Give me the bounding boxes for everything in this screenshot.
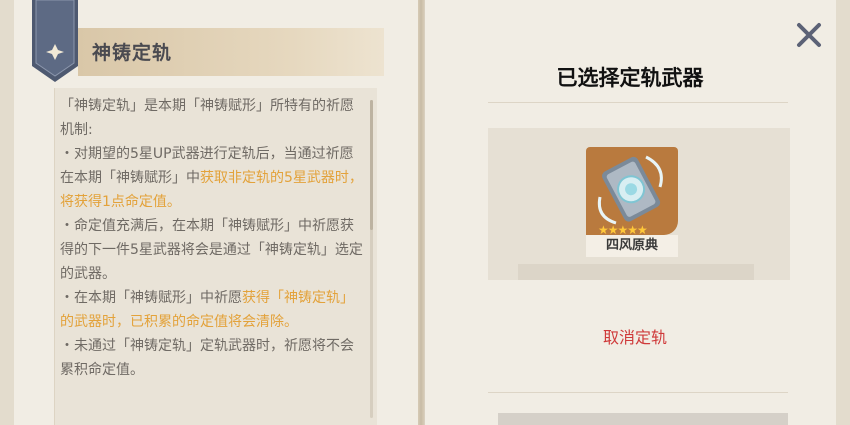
bottom-panel-edge (498, 413, 788, 425)
close-icon (797, 23, 821, 47)
close-button[interactable] (792, 18, 826, 52)
rule-paragraph: ・在本期「神铸赋形」中祈愿获得「神铸定轨」的武器时，已积累的命定值将会清除。 (60, 286, 364, 334)
divider (488, 102, 788, 103)
cancel-epitomized-path-button[interactable]: 取消定轨 (570, 324, 700, 348)
weapon-slot-shadow (518, 264, 754, 280)
scrollbar[interactable] (370, 100, 373, 418)
rule-text: ・未通过「神铸定轨」定轨武器时，祈愿将不会累积命定值。 (60, 338, 354, 378)
rule-paragraph: 「神铸定轨」是本期「神铸赋形」所特有的祈愿机制: (60, 94, 364, 142)
page-title: 神铸定轨 (92, 42, 173, 64)
weapon-card[interactable]: ★★★★★ 四风原典 (586, 147, 678, 257)
scroll-thumb[interactable] (370, 100, 373, 230)
bookmark-ribbon-icon (32, 0, 78, 82)
rule-text: ・命定值充满后，在本期「神铸赋形」中祈愿获得的下一件5星武器将会是通过「神铸定轨… (60, 218, 363, 282)
star-rating: ★★★★★ (598, 223, 648, 235)
rule-text: ・在本期「神铸赋形」中祈愿 (60, 290, 242, 306)
rule-paragraph: ・对期望的5星UP武器进行定轨后，当通过祈愿在本期「神铸赋形」中获取非定轨的5星… (60, 142, 364, 214)
book-edge-right (836, 0, 850, 425)
rule-paragraph: ・未通过「神铸定轨」定轨武器时，祈愿将不会累积命定值。 (60, 334, 364, 382)
book-edge-left (0, 0, 14, 425)
divider-bottom (488, 392, 788, 393)
rule-paragraph: ・命定值充满后，在本期「神铸赋形」中祈愿获得的下一件5星武器将会是通过「神铸定轨… (60, 214, 364, 286)
rules-description: 「神铸定轨」是本期「神铸赋形」所特有的祈愿机制: ・对期望的5星UP武器进行定轨后… (60, 94, 364, 382)
selected-weapon-title: 已选择定轨武器 (556, 66, 704, 90)
weapon-name: 四风原典 (586, 235, 678, 257)
rule-text: 「神铸定轨」是本期「神铸赋形」所特有的祈愿机制: (60, 98, 354, 138)
weapon-icon: ★★★★★ (586, 147, 678, 235)
